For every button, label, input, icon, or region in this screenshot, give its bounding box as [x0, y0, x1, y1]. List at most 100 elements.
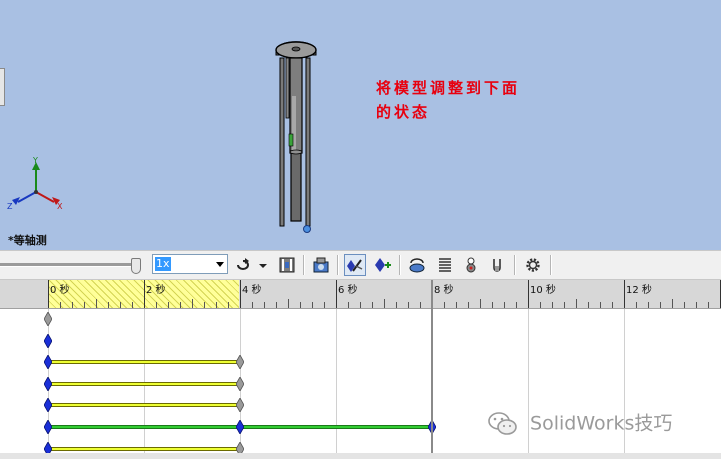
ruler-tick [528, 280, 529, 308]
annotation-text: 将模型调整到下面 的状态 [376, 76, 520, 124]
ruler-tick [408, 302, 409, 308]
ruler-tick [396, 302, 397, 308]
save-animation-icon [279, 257, 295, 273]
watermark: SolidWorks技巧 [488, 406, 672, 440]
ruler-tick [660, 302, 661, 308]
toolbar-separator [303, 255, 305, 275]
settings-button[interactable] [522, 254, 544, 276]
toolbar-separator [399, 255, 401, 275]
chevron-down-icon [259, 264, 267, 268]
ruler-tick [624, 280, 625, 308]
ruler-tick [492, 302, 493, 308]
ruler-tick [564, 302, 565, 308]
ruler-tick [672, 299, 673, 308]
ruler-tick-label: 4 秒 [242, 285, 262, 296]
track-bar-yellow[interactable] [48, 360, 240, 365]
ruler-tick [480, 299, 481, 308]
ruler-tick [684, 302, 685, 308]
autokey-button[interactable] [344, 254, 366, 276]
ruler-tick [504, 302, 505, 308]
save-animation-button[interactable] [276, 254, 298, 276]
ruler-tick [168, 302, 169, 308]
timeline-scrollbar[interactable] [0, 453, 721, 459]
ruler-tick [516, 302, 517, 308]
contact-button[interactable] [486, 254, 508, 276]
ruler-tick [588, 302, 589, 308]
graphics-viewport[interactable]: 将模型调整到下面 的状态 Y X Z *等轴测 [0, 0, 721, 250]
key-point-gray[interactable] [236, 398, 244, 413]
ruler-tick-label: 10 秒 [530, 285, 556, 296]
ruler-tick [60, 302, 61, 308]
ruler-tick-label: 12 秒 [626, 285, 652, 296]
key-point-blue[interactable] [236, 420, 244, 434]
ruler-tick [96, 299, 97, 308]
spring-icon [439, 258, 451, 272]
ruler-tick [240, 280, 241, 308]
model-assembly[interactable] [260, 36, 340, 236]
ruler-tick [384, 299, 385, 308]
ruler-tick [552, 302, 553, 308]
playback-speed-slider[interactable] [0, 258, 141, 274]
ruler-tick [324, 302, 325, 308]
watermark-text: SolidWorks技巧 [530, 412, 673, 435]
animation-wizard-button[interactable] [310, 254, 332, 276]
panel-collapse-tab[interactable] [0, 68, 5, 106]
ruler-tick [72, 302, 73, 308]
ruler-tick [360, 302, 361, 308]
ruler-tick-label: 6 秒 [338, 285, 358, 296]
slider-track [0, 263, 136, 267]
key-point-gray[interactable] [236, 376, 244, 391]
playback-mode-dropdown[interactable] [256, 254, 270, 276]
annotation-line-1: 将模型调整到下面 [376, 79, 521, 97]
chevron-down-icon [216, 262, 224, 267]
view-orientation-label: *等轴测 [8, 234, 47, 247]
track-bar-yellow[interactable] [48, 446, 240, 451]
ruler-tick [276, 302, 277, 308]
add-key-button[interactable] [372, 254, 394, 276]
key-point-blue[interactable] [44, 398, 52, 413]
toolbar-separator [514, 255, 516, 275]
ruler-tick-label: 8 秒 [434, 285, 454, 296]
timeline-ruler[interactable]: 0 秒 2 秒 4 秒 6 秒 8 秒 10 秒 12 秒 [0, 280, 721, 309]
track-bar-yellow[interactable] [48, 381, 240, 386]
toolbar-separator [550, 255, 552, 275]
ruler-tick [120, 302, 121, 308]
ruler-tick [228, 302, 229, 308]
current-time-bar[interactable] [431, 280, 433, 459]
ruler-tick [600, 302, 601, 308]
ruler-tick [696, 302, 697, 308]
ruler-tick [288, 299, 289, 308]
ruler-tick [540, 302, 541, 308]
ruler-tick [108, 302, 109, 308]
ruler-tick [132, 302, 133, 308]
key-point-blue[interactable] [44, 420, 52, 434]
motor-button[interactable] [406, 254, 428, 276]
motion-toolbar: 1x [0, 250, 721, 280]
slider-thumb[interactable] [131, 258, 141, 274]
key-point-gray[interactable] [44, 312, 52, 326]
grid-line [336, 309, 337, 459]
ruler-tick [336, 280, 337, 308]
gravity-button[interactable] [460, 254, 482, 276]
key-point-blue[interactable] [44, 333, 52, 348]
ruler-tick [576, 299, 577, 308]
animation-wizard-icon [313, 257, 329, 273]
key-point-gray[interactable] [236, 355, 244, 370]
track-bar-yellow[interactable] [48, 403, 240, 408]
key-point-blue[interactable] [44, 355, 52, 370]
playback-speed-select[interactable]: 1x [152, 254, 228, 274]
spring-button[interactable] [434, 254, 456, 276]
ruler-tick [468, 302, 469, 308]
ruler-tick [708, 302, 709, 308]
motor-icon [409, 258, 425, 273]
ruler-tick [216, 302, 217, 308]
ruler-tick [264, 302, 265, 308]
playback-mode-button[interactable] [232, 254, 254, 276]
key-point-blue[interactable] [44, 376, 52, 391]
add-key-icon [375, 258, 391, 272]
ruler-tick [348, 302, 349, 308]
ruler-tick-label: 2 秒 [146, 285, 166, 296]
playback-speed-value: 1x [155, 257, 171, 271]
ruler-tick [144, 280, 145, 308]
ruler-tick [84, 302, 85, 308]
